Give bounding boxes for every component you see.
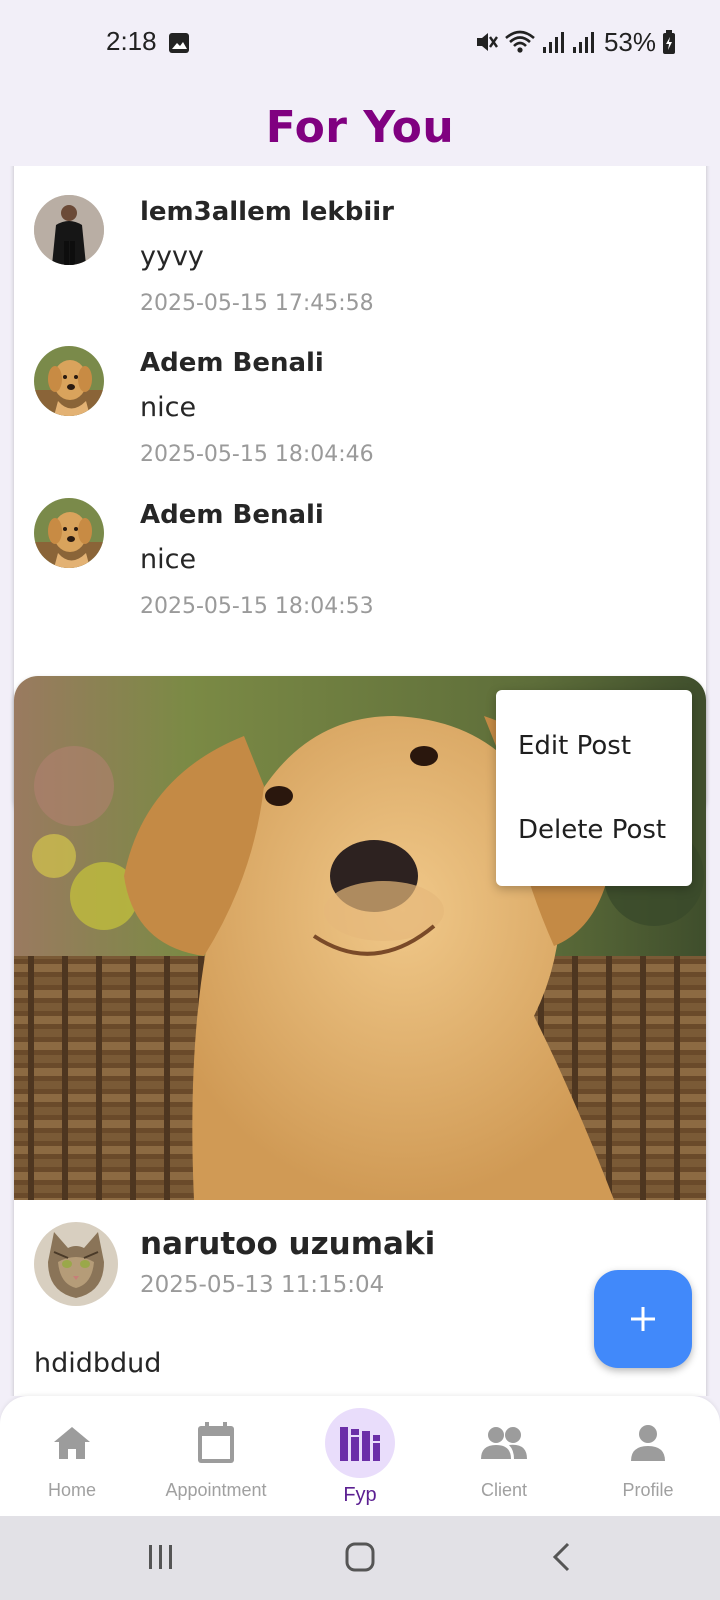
nav-label: Fyp bbox=[343, 1484, 377, 1506]
post-author-name: narutoo uzumaki bbox=[140, 1226, 436, 1262]
comment-item: Adem Benali nice 2025-05-15 18:04:53 bbox=[34, 498, 674, 638]
nav-item-fyp[interactable]: Fyp bbox=[288, 1396, 432, 1516]
signal-icon-1 bbox=[542, 32, 564, 53]
nav-label: Profile bbox=[622, 1480, 674, 1500]
comment-text: nice bbox=[140, 392, 197, 423]
wifi-icon bbox=[505, 30, 535, 53]
edit-post-menu-item[interactable]: Edit Post bbox=[496, 704, 692, 788]
comment-author: Adem Benali bbox=[140, 348, 324, 378]
system-navigation-bar bbox=[0, 1516, 720, 1600]
app-header: For You bbox=[0, 88, 720, 166]
golden-retriever-avatar[interactable] bbox=[34, 498, 104, 568]
comment-text: yyvy bbox=[140, 241, 204, 272]
comment-item: Adem Benali nice 2025-05-15 18:04:46 bbox=[34, 346, 674, 486]
status-time: 2:18 bbox=[106, 26, 157, 56]
nav-label: Appointment bbox=[165, 1480, 267, 1500]
calendar-icon bbox=[198, 1422, 234, 1463]
recent-apps-icon[interactable] bbox=[146, 1542, 176, 1572]
comment-author: lem3allem lekbiir bbox=[140, 197, 394, 227]
comment-timestamp: 2025-05-15 17:45:58 bbox=[140, 291, 374, 316]
person-icon bbox=[631, 1425, 665, 1461]
delete-post-menu-item[interactable]: Delete Post bbox=[496, 788, 692, 872]
nav-item-home[interactable]: Home bbox=[0, 1396, 144, 1516]
page-title: For You bbox=[265, 101, 455, 153]
comment-timestamp: 2025-05-15 18:04:46 bbox=[140, 442, 374, 467]
nav-item-client[interactable]: Client bbox=[432, 1396, 576, 1516]
man-in-suit-avatar[interactable] bbox=[34, 195, 104, 265]
bottom-navigation: Home Appointment Fyp Client Profile bbox=[0, 1396, 720, 1516]
back-icon[interactable] bbox=[550, 1542, 574, 1572]
golden-retriever-avatar[interactable] bbox=[34, 346, 104, 416]
home-button-icon[interactable] bbox=[345, 1542, 375, 1572]
nav-label: Client bbox=[480, 1480, 528, 1500]
add-post-button[interactable] bbox=[594, 1270, 692, 1368]
signal-icon-2 bbox=[572, 32, 594, 53]
comment-item: lem3allem lekbiir yyvy 2025-05-15 17:45:… bbox=[34, 195, 674, 335]
nav-label: Home bbox=[47, 1480, 96, 1500]
comment-text: nice bbox=[140, 544, 197, 575]
gallery-notification-icon bbox=[169, 33, 189, 53]
status-bar: 2:18 53% bbox=[0, 0, 720, 88]
post-options-menu: Edit Post Delete Post bbox=[496, 690, 692, 886]
battery-percent: 53% bbox=[603, 26, 656, 57]
chart-bars-icon bbox=[340, 1427, 380, 1461]
battery-icon bbox=[663, 30, 675, 54]
post-timestamp: 2025-05-13 11:15:04 bbox=[140, 1272, 385, 1298]
home-icon bbox=[54, 1427, 90, 1459]
status-icons: 53% bbox=[474, 24, 676, 60]
mute-icon bbox=[476, 33, 498, 51]
comment-timestamp: 2025-05-15 18:04:53 bbox=[140, 594, 374, 619]
plus-icon bbox=[631, 1307, 655, 1331]
cat-avatar[interactable] bbox=[34, 1222, 118, 1306]
comment-author: Adem Benali bbox=[140, 500, 324, 530]
nav-item-appointment[interactable]: Appointment bbox=[144, 1396, 288, 1516]
people-icon bbox=[481, 1427, 527, 1459]
nav-item-profile[interactable]: Profile bbox=[576, 1396, 720, 1516]
post-text: hdidbdud bbox=[34, 1348, 162, 1379]
